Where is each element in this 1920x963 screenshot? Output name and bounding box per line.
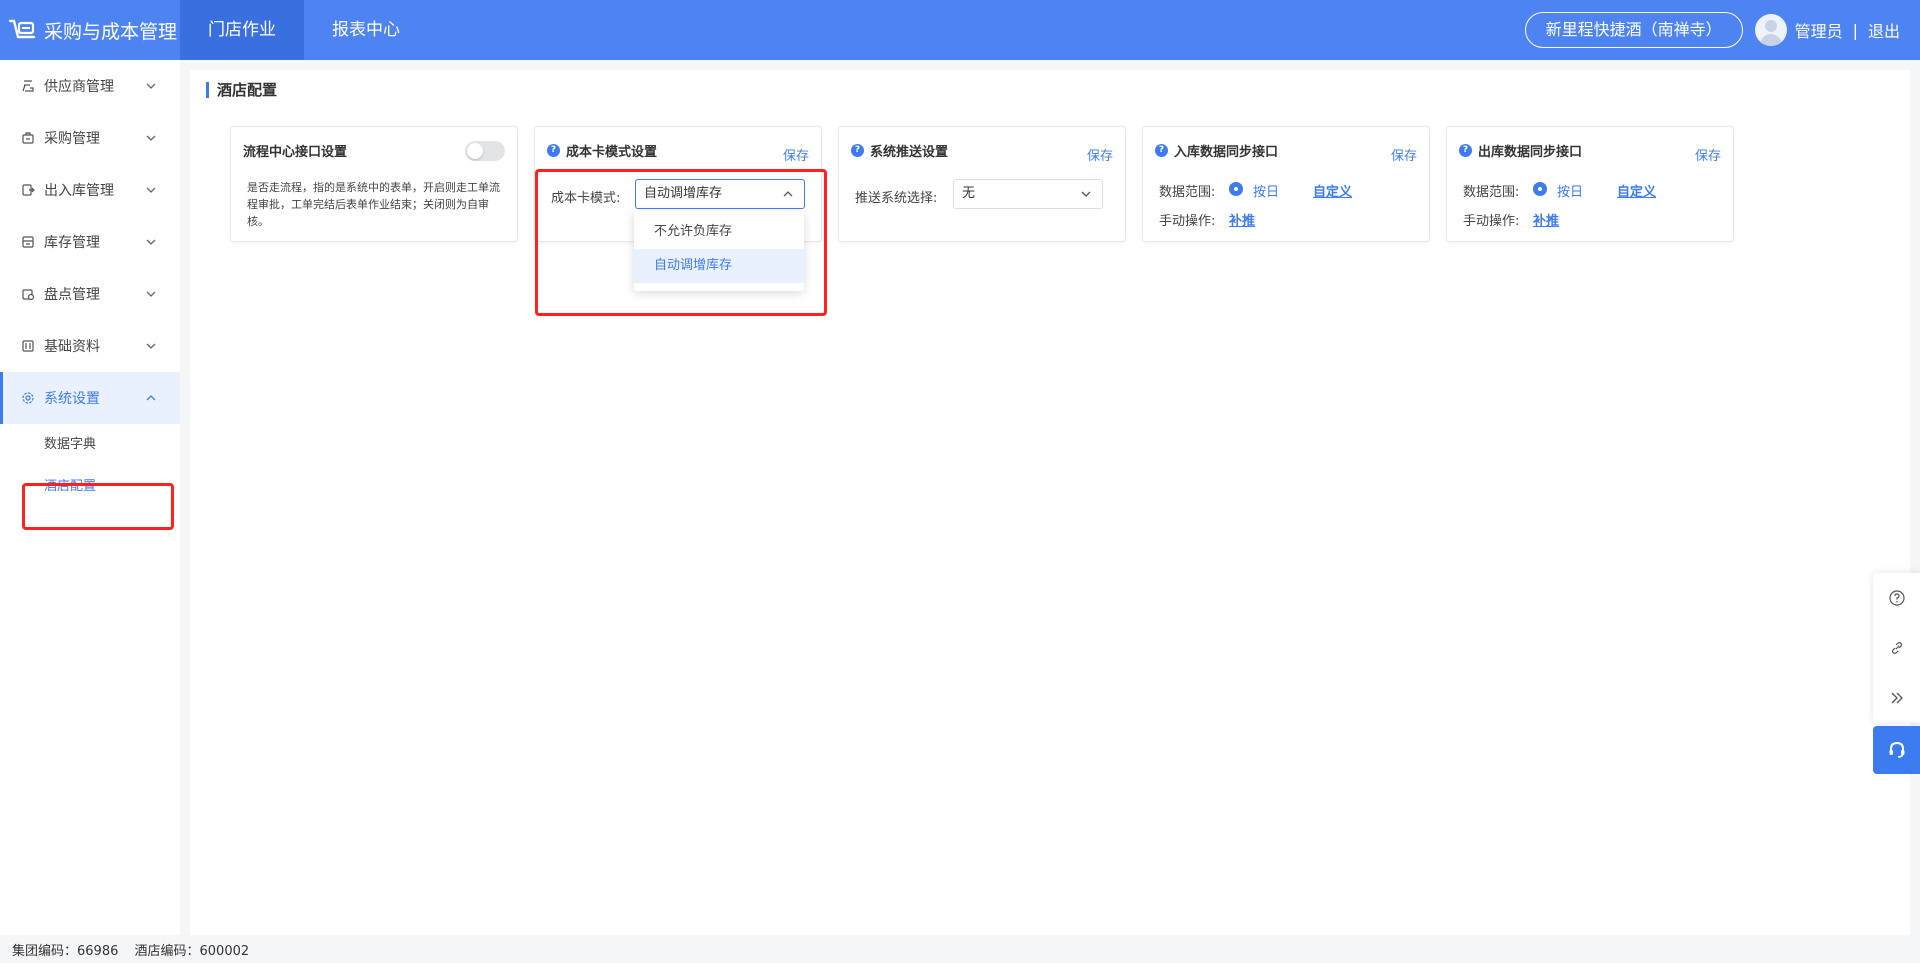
inout-icon xyxy=(20,182,36,198)
flow-center-toggle[interactable] xyxy=(465,141,505,161)
sidebar-item-basic-data[interactable]: 基础资料 xyxy=(0,320,180,372)
purchase-icon xyxy=(20,130,36,146)
data-range-label: 数据范围: xyxy=(1159,185,1216,200)
app-title: 采购与成本管理 xyxy=(44,20,178,43)
hotel-switcher-button[interactable]: 新里程快捷酒（南禅寺） xyxy=(1524,12,1743,48)
user-name[interactable]: 管理员 xyxy=(1795,18,1843,42)
brand[interactable]: 采购与成本管理 xyxy=(0,0,180,60)
sidebar-subitem-data-dictionary[interactable]: 数据字典 xyxy=(0,424,180,466)
top-nav: 门店作业 报表中心 xyxy=(180,0,428,60)
push-system-value: 无 xyxy=(962,186,976,201)
sidebar-item-label: 系统设置 xyxy=(44,391,100,407)
push-system-select[interactable]: 无 xyxy=(953,179,1103,209)
question-icon[interactable]: ? xyxy=(851,144,864,157)
sidebar-item-label: 供应商管理 xyxy=(44,79,114,95)
nav-store-operations[interactable]: 门店作业 xyxy=(180,0,304,60)
range-by-day-radio[interactable] xyxy=(1229,182,1243,196)
range-by-day-radio[interactable] xyxy=(1533,182,1547,196)
gear-icon xyxy=(20,390,36,406)
card-title: ? 入库数据同步接口 xyxy=(1155,141,1278,160)
chevron-down-icon xyxy=(146,291,156,297)
sidebar-item-label: 库存管理 xyxy=(44,235,100,251)
card-title-text: 流程中心接口设置 xyxy=(243,145,348,160)
range-by-day-label[interactable]: 按日 xyxy=(1253,181,1279,200)
push-system-label: 推送系统选择: xyxy=(855,191,938,206)
card-title: ? 成本卡模式设置 xyxy=(547,141,657,160)
highlight-box-sidebar xyxy=(22,483,174,530)
save-button[interactable]: 保存 xyxy=(1695,145,1721,164)
card-title: ? 系统推送设置 xyxy=(851,141,948,160)
chevron-down-icon xyxy=(146,239,156,245)
chevron-up-icon xyxy=(146,395,156,401)
app-logo-icon xyxy=(8,19,36,39)
highlight-box-cost-mode xyxy=(535,169,827,316)
header-right: 新里程快捷酒（南禅寺） 管理员 | 退出 xyxy=(1524,12,1920,48)
manual-op-label: 手动操作: xyxy=(1463,214,1520,229)
help-icon xyxy=(1888,590,1905,606)
card-title-text: 入库数据同步接口 xyxy=(1174,145,1279,160)
chevron-down-icon xyxy=(1081,191,1091,197)
page-title: 酒店配置 xyxy=(206,82,277,98)
chevron-down-icon xyxy=(146,135,156,141)
card-flow-center: 流程中心接口设置 是否走流程，指的是系统中的表单，开启则走工单流程审批，工单完结… xyxy=(230,126,518,242)
avatar[interactable] xyxy=(1754,14,1787,46)
nav-report-center[interactable]: 报表中心 xyxy=(304,0,428,60)
link-icon xyxy=(1891,642,1902,654)
card-title-text: 成本卡模式设置 xyxy=(566,145,658,160)
top-header: 采购与成本管理 门店作业 报表中心 新里程快捷酒（南禅寺） 管理员 | 退出 xyxy=(0,0,1920,60)
link-button[interactable] xyxy=(1873,623,1920,673)
card-push-settings: ? 系统推送设置 保存 推送系统选择: 无 xyxy=(838,126,1126,242)
group-code: 集团编码：66986 xyxy=(12,944,119,959)
save-button[interactable]: 保存 xyxy=(1391,145,1417,164)
save-button[interactable]: 保存 xyxy=(783,145,809,164)
chevron-down-icon xyxy=(146,83,156,89)
customer-service-icon xyxy=(1889,741,1904,758)
sidebar-item-label: 出入库管理 xyxy=(44,183,114,199)
card-title: ? 出库数据同步接口 xyxy=(1459,141,1582,160)
footer-info: 集团编码：66986 酒店编码：600002 xyxy=(12,940,261,959)
supplier-icon xyxy=(20,78,36,94)
sidebar-item-inout[interactable]: 出入库管理 xyxy=(0,164,180,216)
chevron-down-icon xyxy=(146,187,156,193)
custom-range-link[interactable]: 自定义 xyxy=(1617,181,1656,200)
hotel-code: 酒店编码：600002 xyxy=(134,944,250,959)
card-title-text: 系统推送设置 xyxy=(870,145,949,160)
custom-range-link[interactable]: 自定义 xyxy=(1313,181,1352,200)
sidebar-item-label: 基础资料 xyxy=(44,339,100,355)
manual-op-label: 手动操作: xyxy=(1159,214,1216,229)
sidebar-item-purchase[interactable]: 采购管理 xyxy=(0,112,180,164)
floating-toolbar xyxy=(1873,573,1920,723)
data-range-label: 数据范围: xyxy=(1463,185,1520,200)
collapse-button[interactable] xyxy=(1873,673,1920,723)
save-button[interactable]: 保存 xyxy=(1087,145,1113,164)
help-button[interactable] xyxy=(1873,573,1920,623)
header-separator: | xyxy=(1852,20,1858,40)
sidebar-item-stocktake[interactable]: 盘点管理 xyxy=(0,268,180,320)
chevron-down-icon xyxy=(146,343,156,349)
collapse-icon xyxy=(1891,692,1903,704)
main-content: 酒店配置 流程中心接口设置 是否走流程，指的是系统中的表单，开启则走工单流程审批… xyxy=(190,70,1910,935)
repush-link[interactable]: 补推 xyxy=(1229,210,1255,229)
sidebar-item-system-settings[interactable]: 系统设置 xyxy=(0,372,180,424)
basic-data-icon xyxy=(20,338,36,354)
card-title-text: 出库数据同步接口 xyxy=(1478,145,1583,160)
card-inbound-sync: ? 入库数据同步接口 保存 数据范围: 按日 自定义 手动操作: 补推 xyxy=(1142,126,1430,242)
sidebar-item-label: 盘点管理 xyxy=(44,287,100,303)
range-by-day-label[interactable]: 按日 xyxy=(1557,181,1583,200)
sidebar-item-label: 采购管理 xyxy=(44,131,100,147)
stocktake-icon xyxy=(20,286,36,302)
card-title: 流程中心接口设置 xyxy=(243,141,347,160)
inventory-icon xyxy=(20,234,36,250)
card-description: 是否走流程，指的是系统中的表单，开启则走工单流程审批，工单完结后表单作业结束；关… xyxy=(247,181,500,228)
repush-link[interactable]: 补推 xyxy=(1533,210,1559,229)
logout-link[interactable]: 退出 xyxy=(1868,18,1900,42)
sidebar-item-inventory[interactable]: 库存管理 xyxy=(0,216,180,268)
sidebar-item-supplier[interactable]: 供应商管理 xyxy=(0,60,180,112)
question-icon[interactable]: ? xyxy=(547,144,560,157)
card-outbound-sync: ? 出库数据同步接口 保存 数据范围: 按日 自定义 手动操作: 补推 xyxy=(1446,126,1734,242)
customer-service-button[interactable] xyxy=(1873,726,1920,774)
question-icon[interactable]: ? xyxy=(1155,144,1168,157)
question-icon[interactable]: ? xyxy=(1459,144,1472,157)
